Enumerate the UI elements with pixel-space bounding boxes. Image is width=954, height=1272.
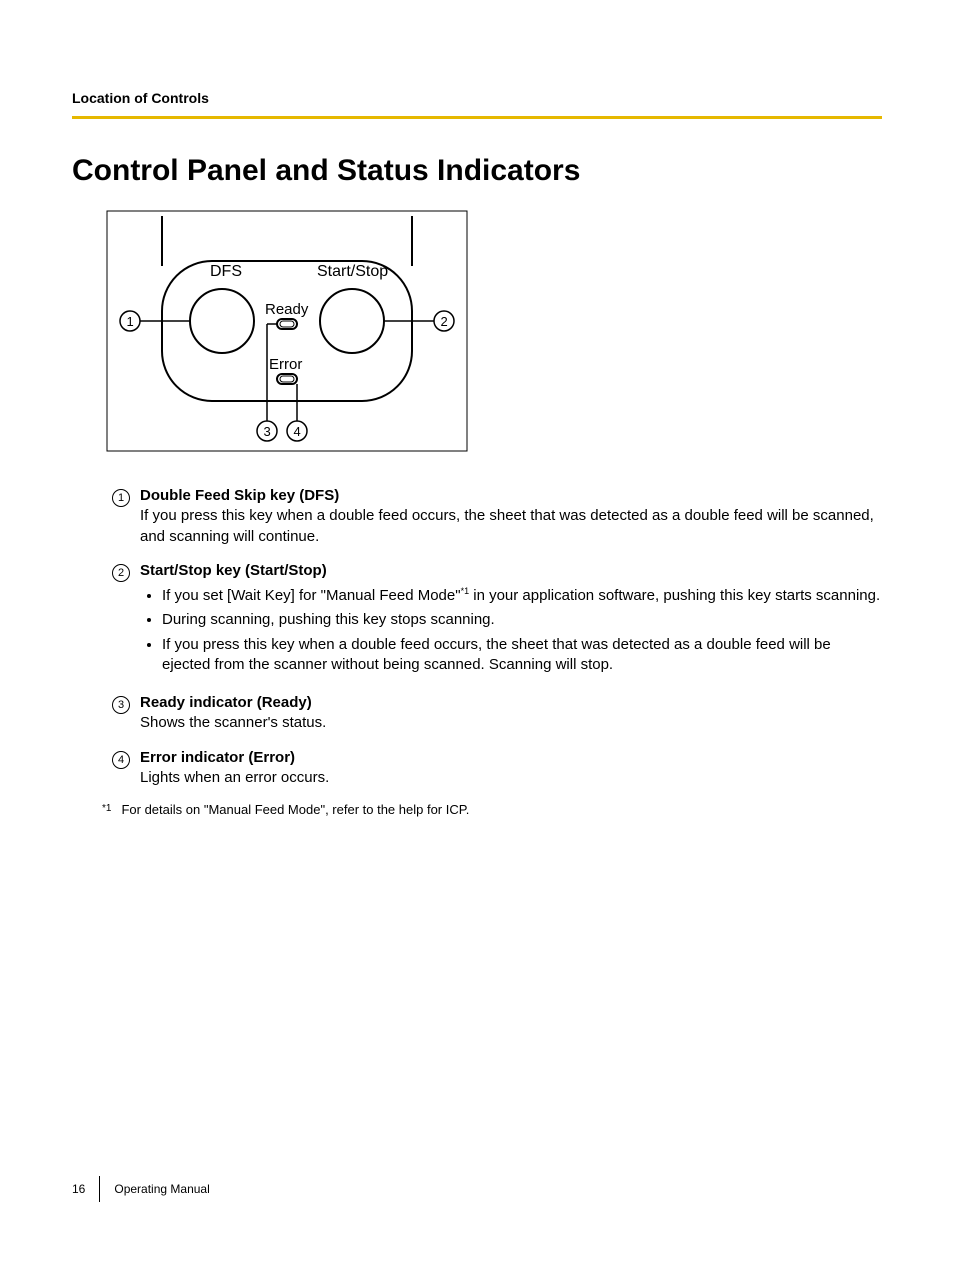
item-2: 2 Start/Stop key (Start/Stop) If you set… <box>112 561 882 679</box>
items-list: 1 Double Feed Skip key (DFS) If you pres… <box>112 486 882 788</box>
item-title: Double Feed Skip key (DFS) <box>140 487 339 504</box>
item-text: If you press this key when a double feed… <box>140 507 874 544</box>
footnote: *1 For details on "Manual Feed Mode", re… <box>102 802 882 817</box>
footnote-mark: *1 <box>102 803 111 818</box>
page-number: 16 <box>72 1182 85 1196</box>
item-title: Ready indicator (Ready) <box>140 694 312 711</box>
item-number: 4 <box>112 751 130 769</box>
footnote-text: For details on "Manual Feed Mode", refer… <box>121 802 469 817</box>
diagram-label-dfs: DFS <box>210 263 242 280</box>
item-title: Error indicator (Error) <box>140 749 295 766</box>
item-bullets: If you set [Wait Key] for "Manual Feed M… <box>140 585 882 675</box>
item-number: 1 <box>112 489 130 507</box>
item-text: Lights when an error occurs. <box>140 769 329 786</box>
bullet: During scanning, pushing this key stops … <box>162 610 882 630</box>
footer-separator <box>99 1176 100 1202</box>
manual-name: Operating Manual <box>114 1182 209 1196</box>
item-3: 3 Ready indicator (Ready) Shows the scan… <box>112 693 882 734</box>
item-text: Shows the scanner's status. <box>140 714 326 731</box>
item-number: 3 <box>112 696 130 714</box>
item-1: 1 Double Feed Skip key (DFS) If you pres… <box>112 486 882 547</box>
bullet: If you press this key when a double feed… <box>162 635 882 676</box>
page-footer: 16 Operating Manual <box>72 1176 210 1202</box>
bullet: If you set [Wait Key] for "Manual Feed M… <box>162 585 882 606</box>
diagram-callout-3: 3 <box>264 424 271 439</box>
item-4: 4 Error indicator (Error) Lights when an… <box>112 748 882 789</box>
diagram-label-error: Error <box>269 356 302 373</box>
control-panel-diagram: DFS Start/Stop Ready Error 1 2 3 4 <box>102 206 882 461</box>
breadcrumb: Location of Controls <box>72 90 882 106</box>
diagram-callout-4: 4 <box>294 424 301 439</box>
accent-rule <box>72 116 882 119</box>
item-number: 2 <box>112 564 130 582</box>
diagram-callout-1: 1 <box>127 314 134 329</box>
item-title: Start/Stop key (Start/Stop) <box>140 562 327 579</box>
diagram-callout-2: 2 <box>441 314 448 329</box>
diagram-label-ready: Ready <box>265 301 309 318</box>
page-title: Control Panel and Status Indicators <box>72 154 882 188</box>
diagram-label-startstop: Start/Stop <box>317 263 388 280</box>
